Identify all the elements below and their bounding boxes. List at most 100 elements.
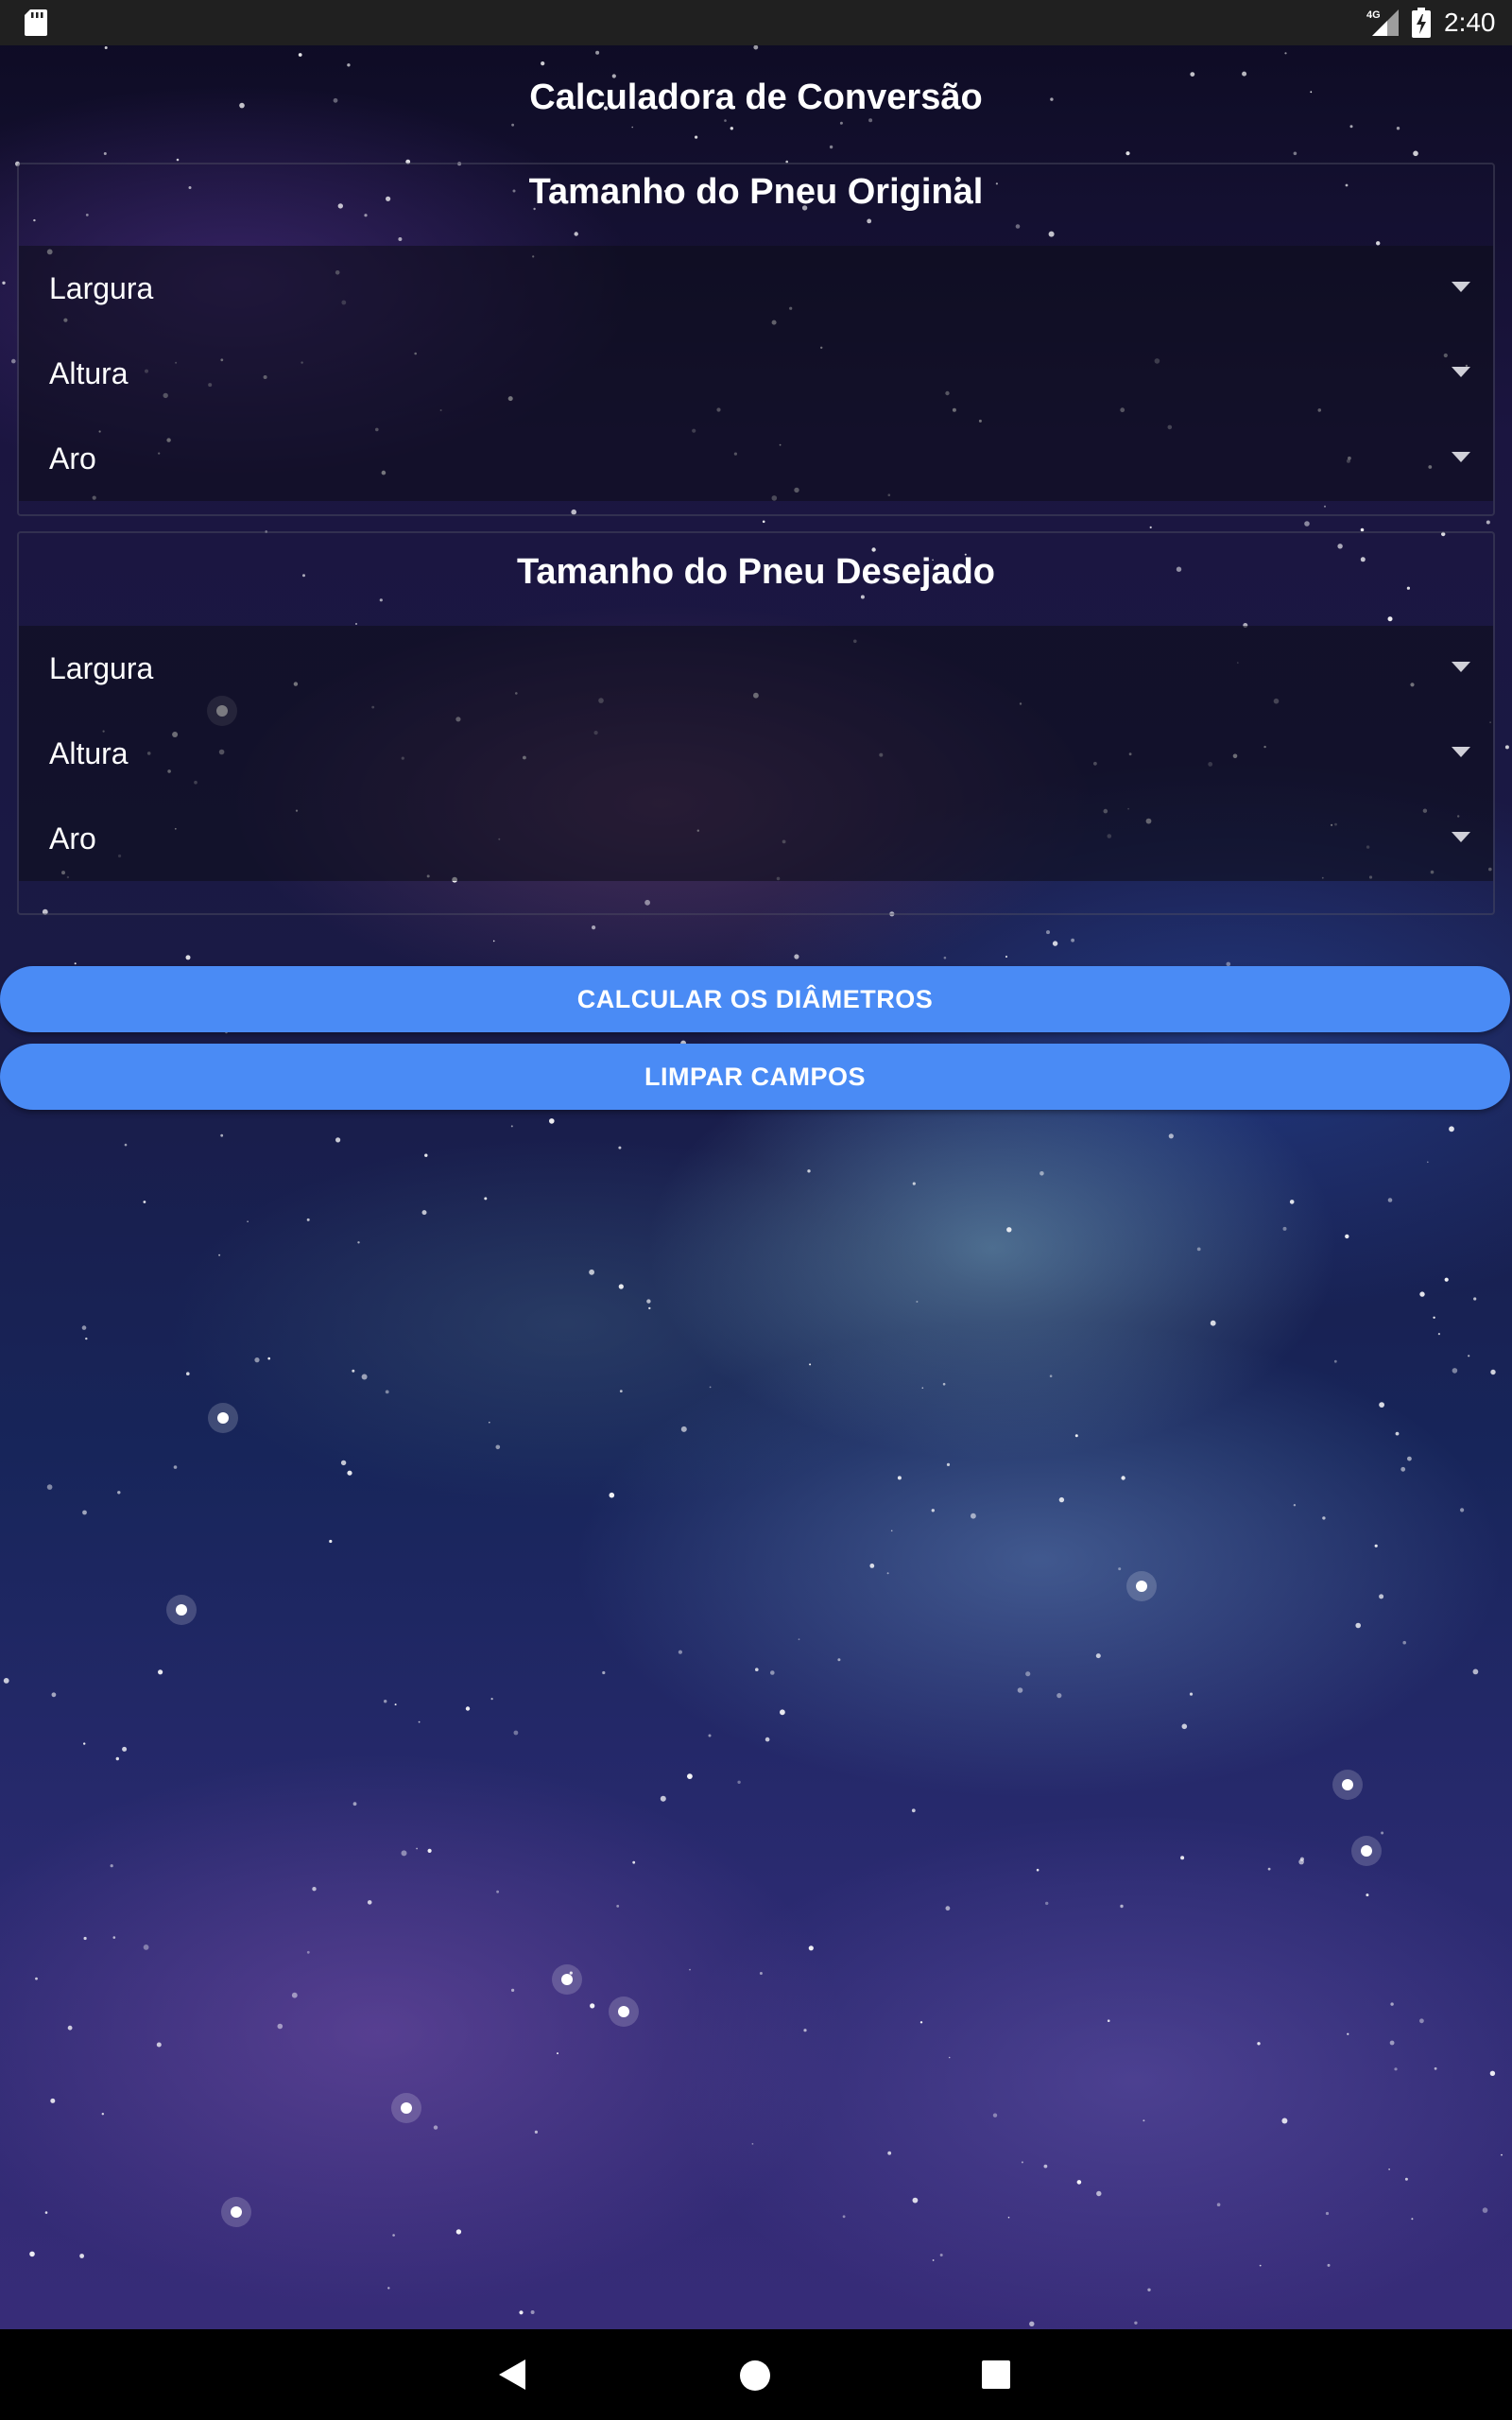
star [1147,2288,1151,2291]
clear-fields-button[interactable]: LIMPAR CAMPOS [0,1044,1510,1110]
star [44,2211,48,2214]
star [869,1564,875,1568]
star [104,46,108,49]
original-rim-dropdown[interactable]: Aro [19,416,1493,501]
star [1379,1594,1384,1599]
star [1482,2207,1488,2213]
star [1404,2177,1408,2181]
star [1125,151,1130,156]
star [1388,2169,1390,2170]
star [660,1795,666,1802]
star [267,1357,271,1360]
star [143,1201,146,1203]
star [1216,2203,1221,2206]
star [247,1220,249,1222]
star [751,2143,754,2145]
star [1293,151,1297,156]
star [829,145,833,149]
desired-width-dropdown[interactable]: Largura [19,626,1493,711]
original-section-title: Tamanho do Pneu Original [528,172,984,212]
star [492,940,495,942]
star [770,1670,775,1675]
star [709,1386,712,1389]
star [1134,2321,1138,2325]
star [186,1372,190,1375]
star [50,2098,56,2103]
star [424,1153,428,1157]
star [352,1369,355,1373]
star [1005,955,1008,959]
star [495,1444,501,1450]
star [632,1860,636,1864]
star [418,1720,421,1723]
star [809,1363,812,1366]
back-icon[interactable] [497,2358,527,2392]
star [1449,1126,1454,1132]
star [1045,1901,1049,1906]
star [394,1703,397,1706]
star [730,127,733,130]
desired-height-dropdown[interactable]: Altura [19,711,1493,796]
star [1389,2040,1395,2046]
star [1437,1333,1440,1336]
star [484,1197,488,1201]
desired-rim-dropdown[interactable]: Aro [19,796,1493,881]
star [1017,1687,1023,1693]
star [401,1850,407,1857]
star [1355,1622,1361,1629]
star [347,1470,352,1476]
star [1304,521,1310,527]
desired-section-title: Tamanho do Pneu Desejado [516,552,996,592]
calculate-diameters-button[interactable]: CALCULAR OS DIÂMETROS [0,966,1510,1032]
bright-star [401,2102,412,2114]
bright-star [176,1604,187,1616]
desired-fields: Largura Altura Aro [19,626,1493,881]
star [616,1905,620,1908]
star [946,1462,951,1466]
star [357,1241,360,1244]
star [83,1936,87,1941]
sd-card-icon [25,9,47,36]
star [117,1491,121,1495]
star [347,63,351,67]
star [277,2023,284,2030]
original-height-dropdown[interactable]: Altura [19,331,1493,416]
star [1284,52,1287,55]
star [46,1484,53,1490]
original-width-dropdown[interactable]: Largura [19,246,1493,331]
star [1345,1234,1349,1239]
star [708,1734,712,1737]
screen: 4G 2:40 Calculadora de Conversão Tamanho… [0,0,1512,2420]
star [1374,1544,1378,1547]
star [618,1146,622,1150]
star [1444,1277,1449,1282]
star [992,2113,998,2118]
star [759,1972,763,1975]
star [67,2025,73,2031]
status-bar: 4G 2:40 [0,0,1512,45]
star [511,123,514,127]
star [1452,1368,1458,1374]
star [254,1357,260,1363]
star [931,1509,935,1512]
star [173,1465,178,1469]
star [35,1977,38,1980]
star [1381,1831,1384,1835]
star [427,1848,432,1853]
star [1366,1893,1369,1897]
star [421,1210,427,1216]
dropdown-arrow-icon [1452,747,1470,757]
star [912,2197,919,2204]
star [416,1847,418,1850]
star [298,53,302,57]
bright-star [217,1412,229,1424]
recents-icon[interactable] [981,2360,1011,2390]
star [541,61,545,66]
star [648,1306,651,1310]
star [112,1936,116,1939]
signal-icon: 4G [1366,9,1399,36]
star [530,2310,535,2314]
star [1460,1508,1465,1512]
home-icon[interactable] [739,2360,771,2392]
star [1349,125,1353,129]
